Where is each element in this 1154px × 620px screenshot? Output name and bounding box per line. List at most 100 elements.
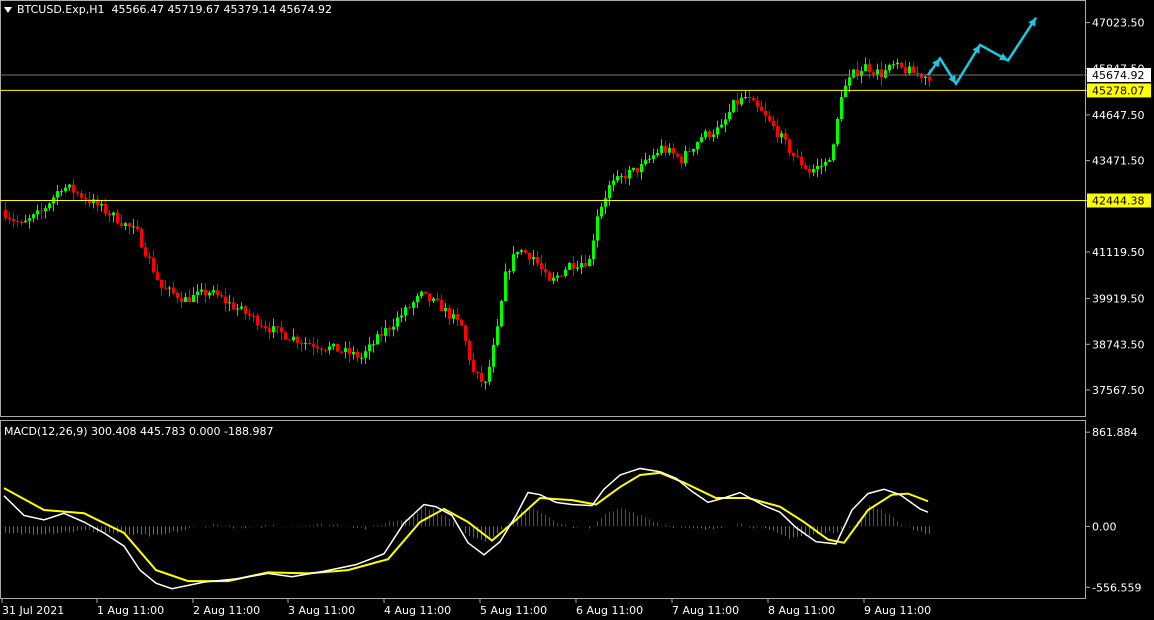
candle-body	[396, 317, 399, 327]
candle-body	[444, 307, 447, 311]
candle-body	[180, 298, 183, 302]
time-axis-label: 8 Aug 11:00	[768, 604, 835, 617]
candle-body	[724, 119, 727, 125]
price-axis-label: 38743.50	[1092, 338, 1145, 351]
candle-body	[584, 263, 587, 267]
candle-body	[672, 148, 675, 154]
candle-body	[148, 256, 151, 259]
candle-body	[160, 279, 163, 288]
candle-body	[928, 76, 931, 81]
macd-axis-label: -556.559	[1092, 581, 1141, 594]
candle-body	[456, 314, 459, 320]
candle-body	[316, 346, 319, 349]
candle-body	[320, 348, 323, 350]
ohlc-values: 45566.47 45719.67 45379.14 45674.92	[111, 3, 332, 16]
candle-body	[916, 72, 919, 74]
candle-body	[84, 197, 87, 200]
candle-body	[488, 366, 491, 382]
time-axis-label: 1 Aug 11:00	[97, 604, 164, 617]
candle-body	[68, 184, 71, 188]
candle-body	[128, 223, 131, 227]
candle-body	[696, 142, 699, 150]
candle-body	[492, 344, 495, 367]
candle-body	[120, 223, 123, 226]
candle-body	[648, 158, 651, 160]
candle-body	[552, 277, 555, 281]
candle-body	[772, 120, 775, 127]
candle-body	[136, 226, 139, 230]
candle-body	[24, 220, 27, 223]
candle-body	[332, 343, 335, 347]
candle-body	[496, 326, 499, 345]
candle-body	[652, 155, 655, 159]
candle-body	[756, 100, 759, 107]
candle-body	[516, 251, 519, 255]
candle-body	[28, 218, 31, 221]
candle-body	[56, 191, 59, 198]
candle-body	[208, 292, 211, 296]
candle-body	[328, 346, 331, 351]
candle-body	[548, 272, 551, 281]
price-axis-label: 44647.50	[1092, 109, 1145, 122]
dropdown-caret-icon[interactable]	[4, 7, 12, 13]
candle-body	[560, 275, 563, 277]
candle-body	[744, 96, 747, 98]
candle-body	[416, 296, 419, 303]
candle-body	[708, 131, 711, 137]
candle-body	[680, 156, 683, 164]
macd-axis-label: 861.884	[1092, 426, 1138, 439]
candle-body	[40, 210, 43, 212]
candle-body	[192, 294, 195, 302]
candle-body	[8, 218, 11, 220]
candle-body	[604, 198, 607, 207]
price-axis-label: 43471.50	[1092, 155, 1145, 168]
candle-body	[736, 100, 739, 105]
candle-body	[376, 334, 379, 345]
candle-body	[104, 203, 107, 214]
candle-body	[228, 302, 231, 304]
candle-body	[340, 351, 343, 353]
candle-body	[768, 115, 771, 121]
candle-body	[424, 291, 427, 294]
candle-body	[568, 262, 571, 270]
candle-body	[812, 169, 815, 173]
level-price-label: 45278.07	[1092, 84, 1145, 97]
candle-body	[904, 67, 907, 74]
candle-body	[80, 193, 83, 198]
candle-body	[536, 256, 539, 264]
candle-body	[244, 306, 247, 314]
candle-body	[100, 203, 103, 206]
time-axis-label: 2 Aug 11:00	[193, 604, 260, 617]
candle-body	[152, 258, 155, 273]
price-axis-label: 41119.50	[1092, 246, 1145, 259]
candle-body	[688, 151, 691, 153]
candle-body	[476, 371, 479, 373]
candle-body	[420, 291, 423, 297]
candle-body	[748, 96, 751, 99]
candle-body	[848, 77, 851, 86]
candle-body	[484, 381, 487, 383]
candle-body	[616, 176, 619, 181]
price-axis-label: 47023.50	[1092, 17, 1145, 30]
candle-body	[204, 289, 207, 296]
candle-body	[36, 210, 39, 215]
candle-body	[532, 256, 535, 260]
symbol-label: BTCUSD.Exp,H1	[17, 3, 105, 16]
candle-body	[776, 126, 779, 138]
candle-body	[836, 118, 839, 145]
candle-body	[380, 334, 383, 336]
candle-body	[348, 348, 351, 355]
candle-body	[172, 287, 175, 293]
symbol-header[interactable]: BTCUSD.Exp,H1 45566.47 45719.67 45379.14…	[4, 3, 332, 16]
candle-body	[752, 98, 755, 101]
candle-body	[60, 191, 63, 193]
candle-body	[188, 297, 191, 302]
candle-body	[804, 165, 807, 170]
candle-body	[264, 326, 267, 329]
candle-body	[508, 271, 511, 273]
candle-body	[16, 221, 19, 223]
candle-body	[324, 349, 327, 351]
candle-body	[400, 315, 403, 318]
candle-body	[344, 348, 347, 353]
candle-body	[392, 326, 395, 330]
